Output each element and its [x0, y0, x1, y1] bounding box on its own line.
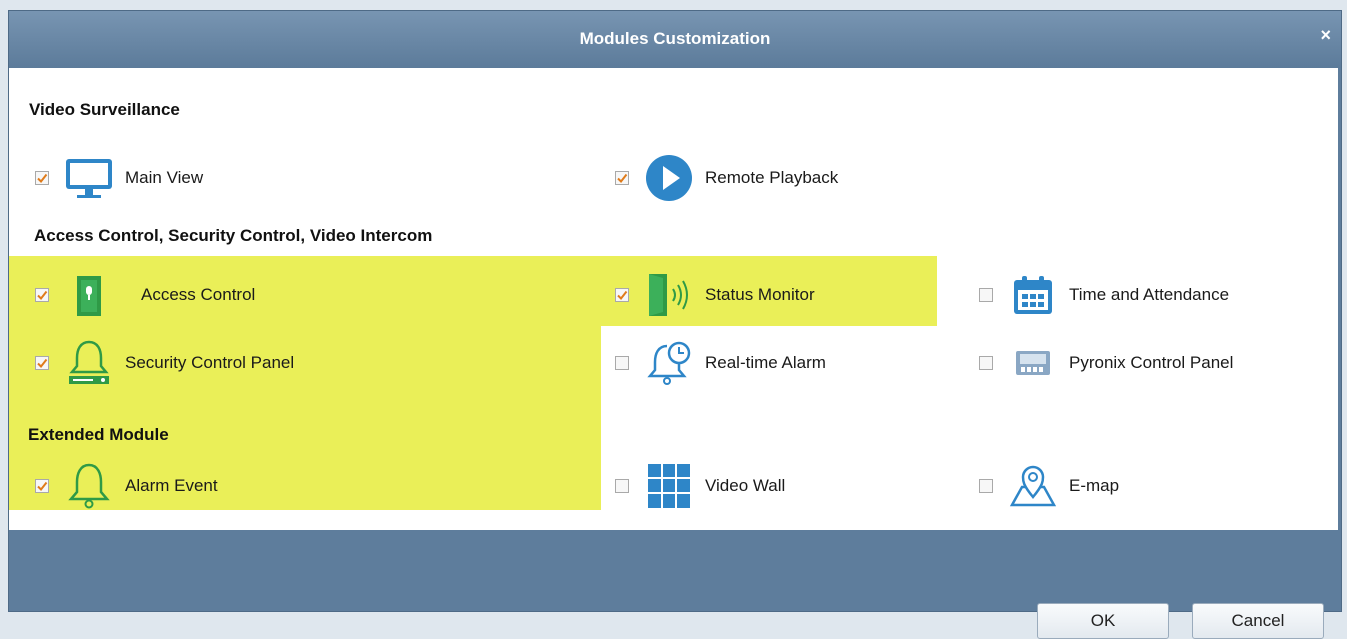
module-realtime-alarm[interactable]: Real-time Alarm	[615, 338, 826, 388]
module-pyronix-panel[interactable]: Pyronix Control Panel	[979, 338, 1233, 388]
cancel-button[interactable]: Cancel	[1192, 603, 1324, 639]
alarm-event-checkbox[interactable]	[35, 479, 49, 493]
close-icon[interactable]: ×	[1320, 25, 1331, 46]
door-signal-icon	[643, 270, 695, 320]
emap-label: E-map	[1069, 476, 1120, 495]
time-attendance-label: Time and Attendance	[1069, 285, 1230, 304]
video-wall-icon	[643, 461, 695, 511]
access-control-label: Access Control	[141, 285, 256, 304]
pyronix-panel-label: Pyronix Control Panel	[1069, 353, 1234, 372]
video-wall-label: Video Wall	[705, 476, 786, 495]
bell-panel-icon	[63, 338, 115, 388]
monitor-icon	[63, 153, 115, 203]
emap-checkbox[interactable]	[979, 479, 993, 493]
modules-content: Video Surveillance Main View Remote Play…	[9, 68, 1338, 530]
bell-icon	[63, 461, 115, 511]
section-extended: Extended Module	[28, 425, 169, 444]
security-panel-label: Security Control Panel	[125, 353, 295, 372]
checkmark-icon	[37, 481, 48, 492]
module-emap[interactable]: E-map	[979, 461, 1119, 511]
remote-playback-label: Remote Playback	[705, 168, 839, 187]
play-icon	[643, 153, 695, 203]
security-panel-checkbox[interactable]	[35, 356, 49, 370]
section-video-surveillance: Video Surveillance	[29, 100, 180, 119]
checkmark-icon	[617, 290, 628, 301]
checkmark-icon	[37, 290, 48, 301]
module-alarm-event[interactable]: Alarm Event	[35, 461, 218, 511]
modules-customization-dialog: Modules Customization × Video Surveillan…	[8, 10, 1342, 639]
remote-playback-checkbox[interactable]	[615, 171, 629, 185]
status-monitor-checkbox[interactable]	[615, 288, 629, 302]
map-pin-icon	[1007, 461, 1059, 511]
access-control-checkbox[interactable]	[35, 288, 49, 302]
module-time-attendance[interactable]: Time and Attendance	[979, 270, 1229, 320]
section-access-security: Access Control, Security Control, Video …	[34, 226, 433, 245]
checkmark-icon	[37, 173, 48, 184]
calendar-icon	[1007, 270, 1059, 320]
main-view-checkbox[interactable]	[35, 171, 49, 185]
module-access-control[interactable]: Access Control	[35, 270, 255, 320]
title-bar[interactable]: Modules Customization ×	[9, 11, 1341, 68]
status-monitor-label: Status Monitor	[705, 285, 815, 304]
pyronix-panel-checkbox[interactable]	[979, 356, 993, 370]
module-status-monitor[interactable]: Status Monitor	[615, 270, 815, 320]
realtime-alarm-checkbox[interactable]	[615, 356, 629, 370]
realtime-alarm-label: Real-time Alarm	[705, 353, 826, 372]
checkmark-icon	[617, 173, 628, 184]
control-panel-icon	[1007, 338, 1059, 388]
main-view-label: Main View	[125, 168, 204, 187]
checkmark-icon	[37, 358, 48, 369]
time-attendance-checkbox[interactable]	[979, 288, 993, 302]
module-remote-playback[interactable]: Remote Playback	[615, 153, 838, 203]
dialog-footer: OK Cancel	[9, 530, 1341, 639]
module-security-panel[interactable]: Security Control Panel	[35, 338, 294, 388]
video-wall-checkbox[interactable]	[615, 479, 629, 493]
module-main-view[interactable]: Main View	[35, 153, 203, 203]
bell-clock-icon	[643, 338, 695, 388]
alarm-event-label: Alarm Event	[125, 476, 218, 495]
module-video-wall[interactable]: Video Wall	[615, 461, 785, 511]
dialog-title: Modules Customization	[579, 29, 771, 48]
door-icon	[63, 270, 115, 320]
ok-button[interactable]: OK	[1037, 603, 1169, 639]
